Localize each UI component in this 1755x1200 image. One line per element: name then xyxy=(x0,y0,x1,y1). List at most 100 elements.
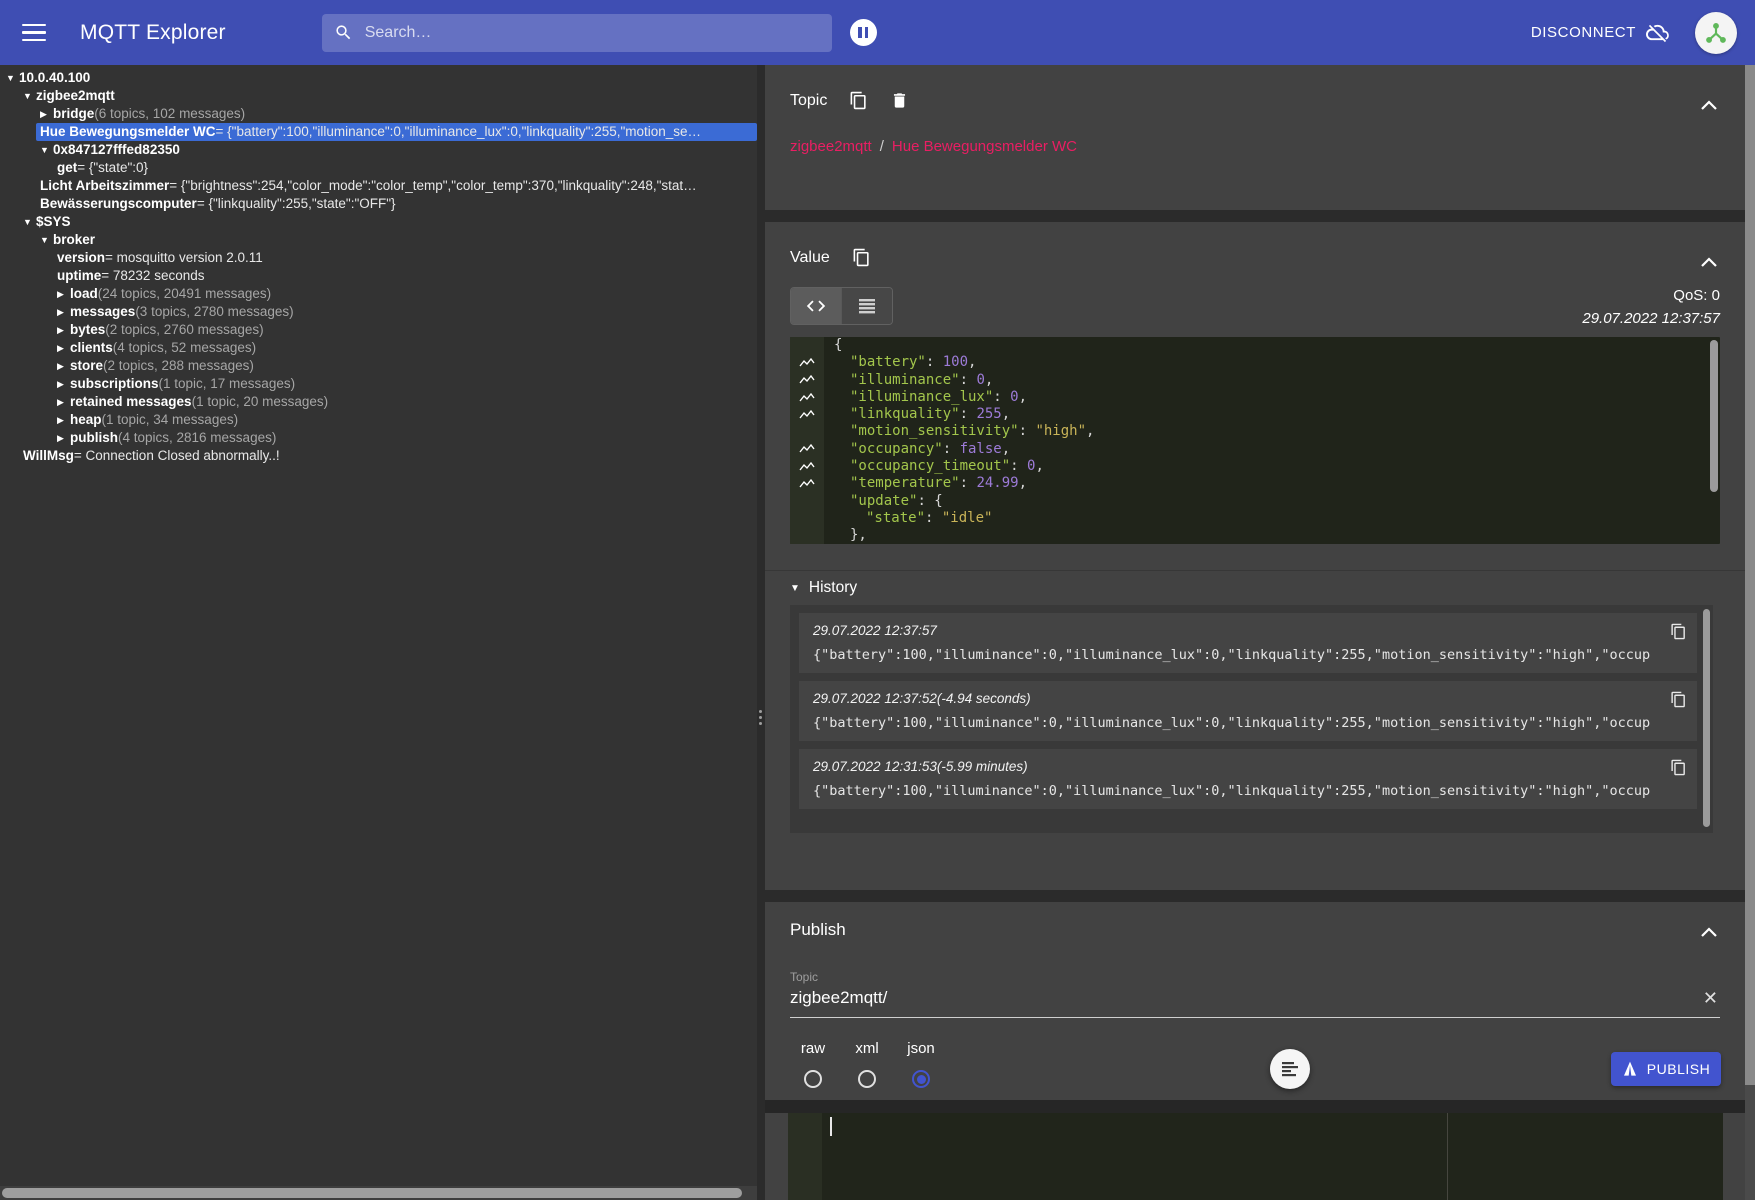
tree-horizontal-scrollbar[interactable] xyxy=(0,1186,757,1200)
value-scrollbar-thumb[interactable] xyxy=(1710,340,1718,492)
scrollbar-thumb[interactable] xyxy=(2,1188,742,1198)
tree-expand-arrow-icon[interactable]: ▶ xyxy=(57,411,70,429)
collapse-publish-chevron-icon[interactable] xyxy=(1700,926,1718,938)
tree-item[interactable]: Bewässerungscomputer = {"linkquality":25… xyxy=(0,195,757,213)
sparkline-icon[interactable] xyxy=(799,393,815,403)
tree-item[interactable]: Hue Bewegungsmelder WC = {"battery":100,… xyxy=(0,123,757,141)
tree-item[interactable]: get = {"state":0} xyxy=(0,159,757,177)
tree-item[interactable]: version = mosquitto version 2.0.11 xyxy=(0,249,757,267)
format-radio-raw[interactable]: raw xyxy=(790,1040,836,1088)
breadcrumb-segment[interactable]: Hue Bewegungsmelder WC xyxy=(892,138,1077,155)
format-radio-json[interactable]: json xyxy=(898,1040,944,1088)
history-title: History xyxy=(809,579,857,597)
copy-history-icon[interactable] xyxy=(1670,691,1687,708)
format-radio-label: xml xyxy=(855,1040,878,1057)
tree-item-value: = {"state":0} xyxy=(77,159,148,177)
tree-item[interactable]: uptime = 78232 seconds xyxy=(0,267,757,285)
sparkline-icon[interactable] xyxy=(799,410,815,420)
raw-view-button[interactable] xyxy=(841,288,892,324)
tree-item-content: ▼$SYS xyxy=(19,213,757,231)
delete-topic-icon[interactable] xyxy=(890,91,909,110)
tree-expand-arrow-icon[interactable]: ▼ xyxy=(6,69,19,87)
tree-expand-arrow-icon[interactable]: ▼ xyxy=(23,87,36,105)
collapse-topic-chevron-icon[interactable] xyxy=(1700,99,1718,111)
format-payload-button[interactable] xyxy=(1270,1049,1310,1089)
tree-expand-arrow-icon[interactable]: ▼ xyxy=(40,141,53,159)
tree-expand-arrow-icon[interactable]: ▶ xyxy=(40,105,53,123)
radio-button-icon[interactable] xyxy=(912,1070,930,1088)
tree-item[interactable]: ▶heap (1 topic, 34 messages) xyxy=(0,411,757,429)
tree-expand-arrow-icon[interactable]: ▶ xyxy=(57,375,70,393)
connection-avatar[interactable] xyxy=(1695,12,1737,54)
format-radio-xml[interactable]: xml xyxy=(844,1040,890,1088)
copy-history-icon[interactable] xyxy=(1670,623,1687,640)
copy-topic-icon[interactable] xyxy=(849,91,868,110)
tree-expand-arrow-icon[interactable]: ▶ xyxy=(57,357,70,375)
search-input[interactable] xyxy=(363,23,820,43)
tree-item[interactable]: ▶bytes (2 topics, 2760 messages) xyxy=(0,321,757,339)
tree-item[interactable]: ▶load (24 topics, 20491 messages) xyxy=(0,285,757,303)
copy-value-icon[interactable] xyxy=(852,248,871,267)
payload-editor[interactable] xyxy=(788,1113,1723,1200)
radio-button-icon[interactable] xyxy=(858,1070,876,1088)
value-panel: Value xyxy=(765,222,1745,890)
tree-item[interactable]: ▶publish (4 topics, 2816 messages) xyxy=(0,429,757,447)
breadcrumb-segment[interactable]: zigbee2mqtt xyxy=(790,138,872,155)
tree-expand-arrow-icon[interactable]: ▶ xyxy=(57,321,70,339)
history-entry[interactable]: 29.07.2022 12:37:52(-4.94 seconds){"batt… xyxy=(799,681,1697,741)
search-box[interactable] xyxy=(322,14,832,52)
scrollbar-thumb[interactable] xyxy=(1745,65,1755,1085)
tree-item[interactable]: ▶retained messages (1 topic, 20 messages… xyxy=(0,393,757,411)
tree-expand-arrow-icon[interactable]: ▶ xyxy=(57,429,70,447)
tree-item[interactable]: ▼10.0.40.100 xyxy=(0,69,757,87)
tree-item[interactable]: ▶clients (4 topics, 52 messages) xyxy=(0,339,757,357)
history-header[interactable]: ▼ History xyxy=(790,579,1720,597)
list-view-icon xyxy=(857,298,877,314)
tree-item-count: (2 topics, 2760 messages) xyxy=(105,321,263,339)
menu-icon[interactable] xyxy=(22,24,46,42)
json-code-line: { xyxy=(790,337,1720,354)
history-entry[interactable]: 29.07.2022 12:31:53(-5.99 minutes){"batt… xyxy=(799,749,1697,809)
history-entry[interactable]: 29.07.2022 12:37:57{"battery":100,"illum… xyxy=(799,613,1697,673)
history-scrollbar-thumb[interactable] xyxy=(1703,609,1710,827)
tree-item[interactable]: ▶store (2 topics, 288 messages) xyxy=(0,357,757,375)
publish-button-label: PUBLISH xyxy=(1647,1061,1710,1077)
tree-item[interactable]: ▼$SYS xyxy=(0,213,757,231)
code-view-button[interactable] xyxy=(791,288,841,324)
sparkline-icon[interactable] xyxy=(799,479,815,489)
tree-item-count: (24 topics, 20491 messages) xyxy=(98,285,271,303)
copy-history-icon[interactable] xyxy=(1670,759,1687,776)
disconnect-button[interactable]: DISCONNECT xyxy=(1531,21,1669,44)
tree-item[interactable]: Licht Arbeitszimmer = {"brightness":254,… xyxy=(0,177,757,195)
collapse-value-chevron-icon[interactable] xyxy=(1700,256,1718,268)
tree-item[interactable]: ▼broker xyxy=(0,231,757,249)
json-key: "battery" xyxy=(850,354,926,370)
sparkline-icon[interactable] xyxy=(799,462,815,472)
publish-button[interactable]: PUBLISH xyxy=(1611,1052,1721,1086)
tree-expand-arrow-icon[interactable]: ▶ xyxy=(57,393,70,411)
tree-item[interactable]: WillMsg = Connection Closed abnormally..… xyxy=(0,447,757,465)
radio-button-icon[interactable] xyxy=(804,1070,822,1088)
clear-topic-icon[interactable]: ✕ xyxy=(1703,989,1718,1007)
tree-item[interactable]: ▼0x847127fffed82350 xyxy=(0,141,757,159)
tree-item[interactable]: ▶subscriptions (1 topic, 17 messages) xyxy=(0,375,757,393)
tree-item[interactable]: ▶messages (3 topics, 2780 messages) xyxy=(0,303,757,321)
detail-scrollbar[interactable] xyxy=(1745,65,1755,1200)
pause-icon[interactable] xyxy=(850,19,877,46)
sparkline-icon[interactable] xyxy=(799,375,815,385)
tree-expand-arrow-icon[interactable]: ▶ xyxy=(57,285,70,303)
tree-expand-arrow-icon[interactable]: ▼ xyxy=(23,213,36,231)
tree-expand-arrow-icon[interactable]: ▼ xyxy=(40,231,53,249)
tree-expand-arrow-icon[interactable]: ▶ xyxy=(57,303,70,321)
payload-format-radios: raw xml json xyxy=(790,1040,1720,1088)
panel-resize-handle[interactable] xyxy=(757,65,765,1200)
tree-item[interactable]: ▶bridge (6 topics, 102 messages) xyxy=(0,105,757,123)
publish-topic-input[interactable] xyxy=(790,988,1670,1008)
tree-item-name: load xyxy=(70,285,98,303)
tree-expand-arrow-icon[interactable]: ▶ xyxy=(57,339,70,357)
sparkline-icon[interactable] xyxy=(799,358,815,368)
json-string: "high" xyxy=(1035,423,1086,439)
tree-item[interactable]: ▼zigbee2mqtt xyxy=(0,87,757,105)
sparkline-icon[interactable] xyxy=(799,444,815,454)
json-punctuation: : xyxy=(960,372,977,388)
